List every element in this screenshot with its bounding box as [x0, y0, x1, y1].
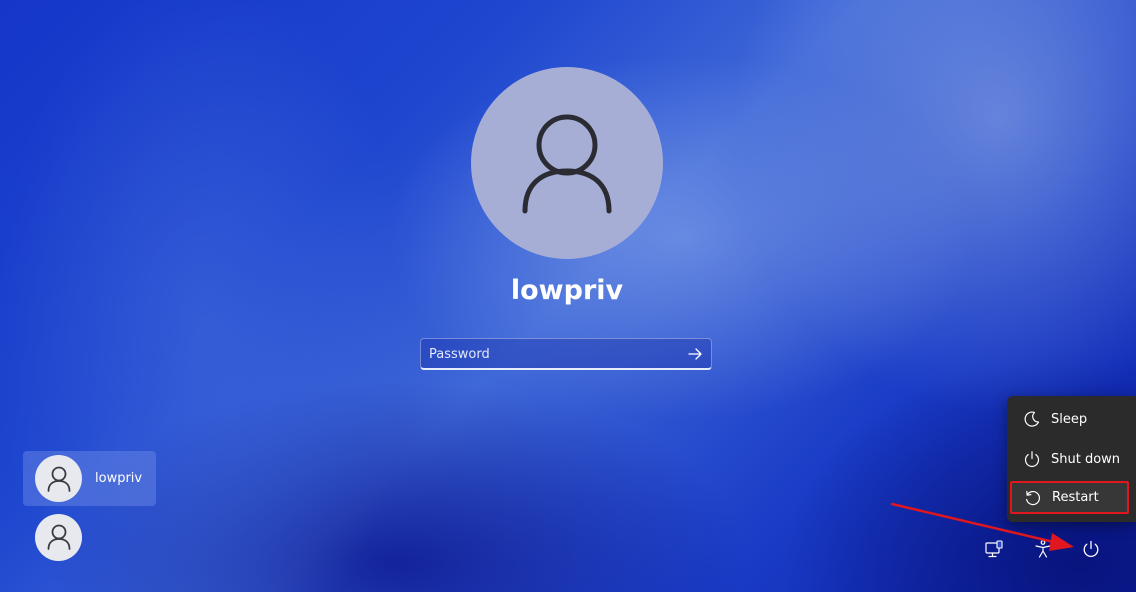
user-list: lowpriv: [23, 451, 156, 566]
avatar: [35, 455, 82, 502]
arrow-right-icon[interactable]: [687, 346, 703, 362]
password-field[interactable]: [420, 338, 712, 370]
restart-label: Restart: [1052, 490, 1099, 505]
user-list-item[interactable]: [23, 508, 156, 566]
account-name: lowpriv: [510, 275, 624, 306]
power-icon: [1023, 450, 1041, 468]
sleep-label: Sleep: [1051, 411, 1088, 427]
moon-icon: [1023, 410, 1041, 428]
user-icon: [47, 466, 70, 492]
shut-down-label: Shut down: [1051, 451, 1121, 467]
user-list-item-label: lowpriv: [95, 471, 143, 486]
power-button-icon[interactable]: [1080, 538, 1102, 560]
user-icon: [47, 524, 70, 550]
restart-icon: [1024, 489, 1042, 507]
user-list-item[interactable]: lowpriv: [23, 451, 156, 506]
lock-screen: lowpriv lowpriv Sleep Shut down Restart: [0, 0, 1136, 592]
user-icon: [522, 114, 612, 214]
power-menu: Sleep Shut down Restart: [1007, 396, 1136, 522]
network-icon[interactable]: [983, 538, 1005, 560]
avatar: [35, 513, 82, 561]
user-avatar: [471, 67, 663, 259]
password-input[interactable]: [421, 339, 689, 369]
shut-down-menu-item[interactable]: Shut down: [1011, 441, 1132, 477]
sleep-menu-item[interactable]: Sleep: [1011, 401, 1132, 437]
restart-menu-item[interactable]: Restart: [1010, 481, 1129, 514]
accessibility-icon[interactable]: [1032, 538, 1054, 560]
